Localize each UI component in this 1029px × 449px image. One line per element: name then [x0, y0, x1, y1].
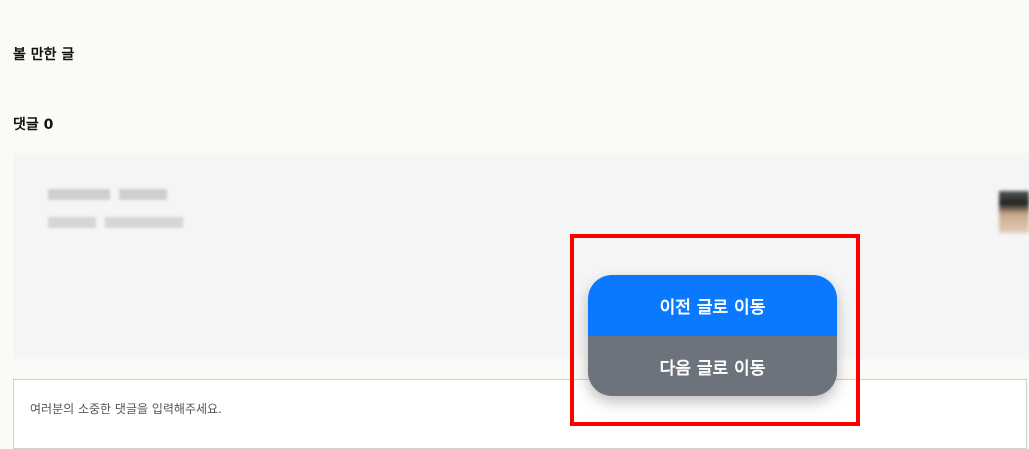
comment-input-placeholder: 여러분의 소중한 댓글을 입력해주세요. [30, 402, 222, 416]
blurred-comment-date [48, 217, 96, 228]
post-navigation-widget: 이전 글로 이동 다음 글로 이동 [588, 275, 837, 396]
comments-heading: 댓글 0 [13, 117, 54, 133]
comment-preview-box [13, 153, 1029, 359]
comment-input[interactable]: 여러분의 소중한 댓글을 입력해주세요. [13, 379, 1027, 449]
previous-post-button[interactable]: 이전 글로 이동 [588, 275, 837, 336]
blurred-comment-time [105, 217, 183, 228]
blurred-author-name [48, 189, 110, 200]
blurred-author-meta [119, 189, 167, 200]
avatar[interactable] [999, 191, 1029, 233]
next-post-button[interactable]: 다음 글로 이동 [588, 336, 837, 396]
recommended-posts-heading: 볼 만한 글 [13, 47, 75, 63]
